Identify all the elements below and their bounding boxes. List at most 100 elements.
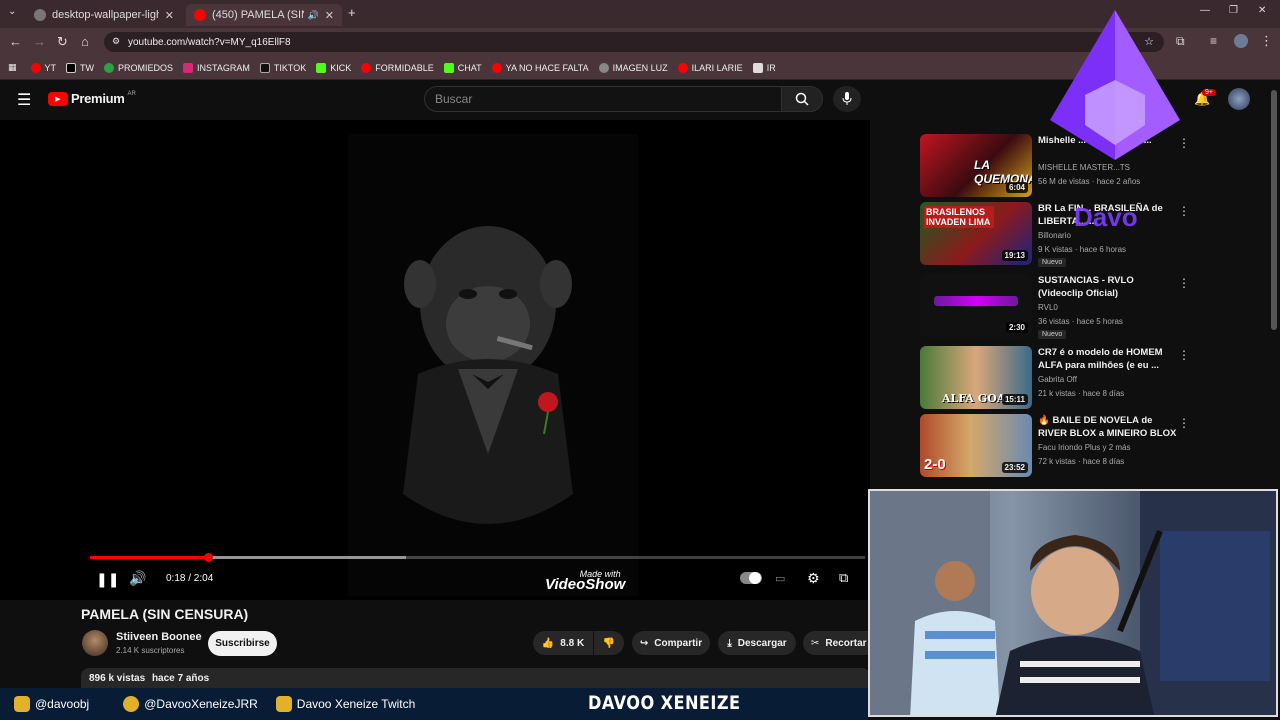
- bookmark-tiktok[interactable]: TIKTOK: [259, 62, 306, 73]
- twitter-handle: @DavooXeneizeJRR: [123, 696, 258, 712]
- minimize-icon[interactable]: —: [1200, 5, 1210, 16]
- progress-scrubber[interactable]: [204, 553, 213, 562]
- subscribe-button[interactable]: Suscribirse: [208, 631, 277, 656]
- bookmark-ir[interactable]: IR: [752, 62, 776, 73]
- autoplay-toggle[interactable]: [740, 572, 762, 584]
- recommended-meta: 9 K vistas · hace 6 horas: [1038, 245, 1127, 254]
- gorilla-in-tuxedo-image: [403, 226, 573, 524]
- recommended-channel: RVL0: [1038, 303, 1058, 312]
- video-duration: 19:13: [1001, 250, 1028, 261]
- bookmark-chat[interactable]: CHAT: [443, 62, 482, 73]
- recommended-meta: 36 vistas · hace 5 horas: [1038, 317, 1123, 326]
- close-tab-icon[interactable]: ✕: [325, 9, 334, 22]
- bookmark-imagen-luz[interactable]: IMAGEN LUZ: [598, 62, 668, 73]
- tab-list-icon[interactable]: ⌄: [8, 6, 16, 17]
- voice-search-button[interactable]: [833, 86, 861, 112]
- apps-icon[interactable]: ▦: [8, 62, 17, 73]
- more-options-icon[interactable]: ⋮: [1178, 204, 1190, 218]
- bookmark-promiedos[interactable]: PROMIEDOS: [104, 62, 173, 73]
- more-options-icon[interactable]: ⋮: [1178, 276, 1190, 290]
- recommended-channel: Gabrita Off: [1038, 375, 1077, 384]
- video-duration: 15:11: [1001, 394, 1028, 405]
- volume-icon[interactable]: 🔊: [129, 570, 146, 587]
- pause-icon[interactable]: ❚❚: [96, 571, 119, 588]
- recommended-meta: 56 M de vistas · hace 2 años: [1038, 177, 1141, 186]
- more-options-icon[interactable]: ⋮: [1178, 348, 1190, 362]
- audio-icon[interactable]: 🔊: [308, 10, 319, 21]
- media-icon[interactable]: ≡: [1210, 34, 1217, 48]
- new-tab-icon[interactable]: +: [348, 5, 356, 20]
- youtube-favicon-icon: [194, 9, 206, 21]
- recommended-video[interactable]: BRASILENOS INVADEN LIMA 19:13 BR La FIN.…: [920, 202, 1190, 267]
- browser-menu-icon[interactable]: ⋮: [1260, 33, 1273, 49]
- recommended-video[interactable]: ALFA GOA 15:11 CR7 é o modelo de HOMEM A…: [920, 346, 1190, 410]
- new-badge: Nuevo: [1038, 330, 1067, 339]
- recommended-channel: Facu Iriondo Plus y 2 más: [1038, 443, 1131, 452]
- streamer-brand: DAVOO XENEIZE: [588, 692, 741, 714]
- recommended-channel: Billonario: [1038, 231, 1071, 240]
- share-button[interactable]: ↪ Compartir: [632, 631, 710, 655]
- time-display: 0:18 / 2:04: [166, 573, 214, 584]
- close-window-icon[interactable]: ✕: [1258, 5, 1266, 16]
- video-thumbnail: LA QUEMONA 6:04: [920, 134, 1032, 197]
- miniplayer-icon[interactable]: ⧉: [839, 570, 848, 586]
- bookmark-formidable[interactable]: FORMIDABLE: [361, 62, 434, 73]
- upload-age: hace 7 años: [151, 673, 210, 684]
- scissors-icon: ✂: [811, 637, 820, 649]
- account-avatar[interactable]: [1228, 88, 1250, 110]
- bookmark-kick[interactable]: KICK: [316, 62, 351, 73]
- address-bar[interactable]: ⚙ youtube.com/watch?v=MY_q16EllF8 ☆: [104, 32, 1164, 52]
- search-input[interactable]: Buscar: [424, 86, 782, 112]
- settings-gear-icon[interactable]: ⚙: [807, 570, 820, 587]
- like-button[interactable]: 👍 8.8 K: [533, 631, 593, 655]
- page-scrollbar[interactable]: [1271, 90, 1277, 330]
- search-button[interactable]: [781, 86, 823, 112]
- channel-name[interactable]: Stiiveen Boonee: [116, 631, 202, 643]
- description-box[interactable]: 896 k vistas hace 7 años: [81, 668, 870, 688]
- bookmark-instagram[interactable]: INSTAGRAM: [183, 62, 250, 73]
- video-thumbnail: ALFA GOA 15:11: [920, 346, 1032, 409]
- tab-title: desktop-wallpaper-light-yellow: [52, 9, 159, 21]
- download-button[interactable]: ⤓ Descargar: [718, 631, 796, 655]
- close-tab-icon[interactable]: ✕: [165, 9, 174, 22]
- twitch-icon: [275, 696, 292, 712]
- site-info-icon[interactable]: ⚙: [112, 36, 120, 47]
- thumbs-up-icon: 👍: [541, 637, 555, 649]
- recommended-video[interactable]: 2:30 SUSTANCIAS - RVLO (Videoclip Oficia…: [920, 274, 1190, 339]
- tab-wallpaper[interactable]: desktop-wallpaper-light-yellow ✕: [26, 4, 182, 26]
- reload-icon[interactable]: ↻: [57, 34, 68, 50]
- tab-title: (450) PAMELA (SIN CENSUR: [212, 9, 304, 21]
- recommended-title: CR7 é o modelo de HOMEM ALFA para milhõe…: [1038, 347, 1163, 371]
- dislike-button[interactable]: 👎: [594, 631, 624, 655]
- maximize-icon[interactable]: ❐: [1229, 5, 1238, 16]
- channel-avatar[interactable]: [82, 630, 108, 656]
- subtitles-icon[interactable]: ▭: [775, 572, 785, 585]
- clip-button[interactable]: ✂ Recortar: [803, 631, 870, 655]
- premium-label: Premium: [71, 91, 125, 106]
- recommended-meta: 21 k vistas · hace 8 días: [1038, 389, 1125, 398]
- download-icon: ⤓: [727, 637, 732, 649]
- youtube-play-logo-icon: ▶: [48, 91, 68, 106]
- recommended-meta: 72 k vistas · hace 8 días: [1038, 457, 1125, 466]
- streamer-webcam-image: [870, 491, 1276, 715]
- bookmark-ya-no-hace-falta[interactable]: YA NO HACE FALTA: [491, 62, 589, 73]
- notification-badge: 9+: [1202, 89, 1216, 96]
- forward-icon[interactable]: →: [33, 34, 46, 49]
- bookmark-tw[interactable]: TW: [66, 62, 94, 73]
- hamburger-menu-icon[interactable]: ☰: [17, 90, 31, 110]
- video-thumbnail: 2-0 23:52: [920, 414, 1032, 477]
- bookmark-yt[interactable]: YT: [30, 62, 56, 73]
- youtube-logo[interactable]: ▶ Premium AR: [48, 91, 136, 106]
- microphone-icon: [842, 92, 852, 105]
- url-text: youtube.com/watch?v=MY_q16EllF8: [128, 36, 291, 48]
- more-options-icon[interactable]: ⋮: [1178, 416, 1190, 430]
- video-thumbnail: BRASILENOS INVADEN LIMA 19:13: [920, 202, 1032, 265]
- back-icon[interactable]: ←: [9, 34, 22, 49]
- recommended-video[interactable]: 2-0 23:52 🔥 BAILE DE NOVELA de RIVER BLO…: [920, 414, 1190, 478]
- thumbs-down-icon: 👎: [602, 637, 616, 649]
- tab-pamela[interactable]: (450) PAMELA (SIN CENSUR 🔊 ✕: [186, 4, 342, 26]
- home-icon[interactable]: ⌂: [81, 34, 89, 49]
- profile-avatar[interactable]: [1234, 34, 1248, 48]
- webcam-overlay: [868, 489, 1278, 717]
- bookmark-ilari-larie[interactable]: ILARI LARIE: [677, 62, 743, 73]
